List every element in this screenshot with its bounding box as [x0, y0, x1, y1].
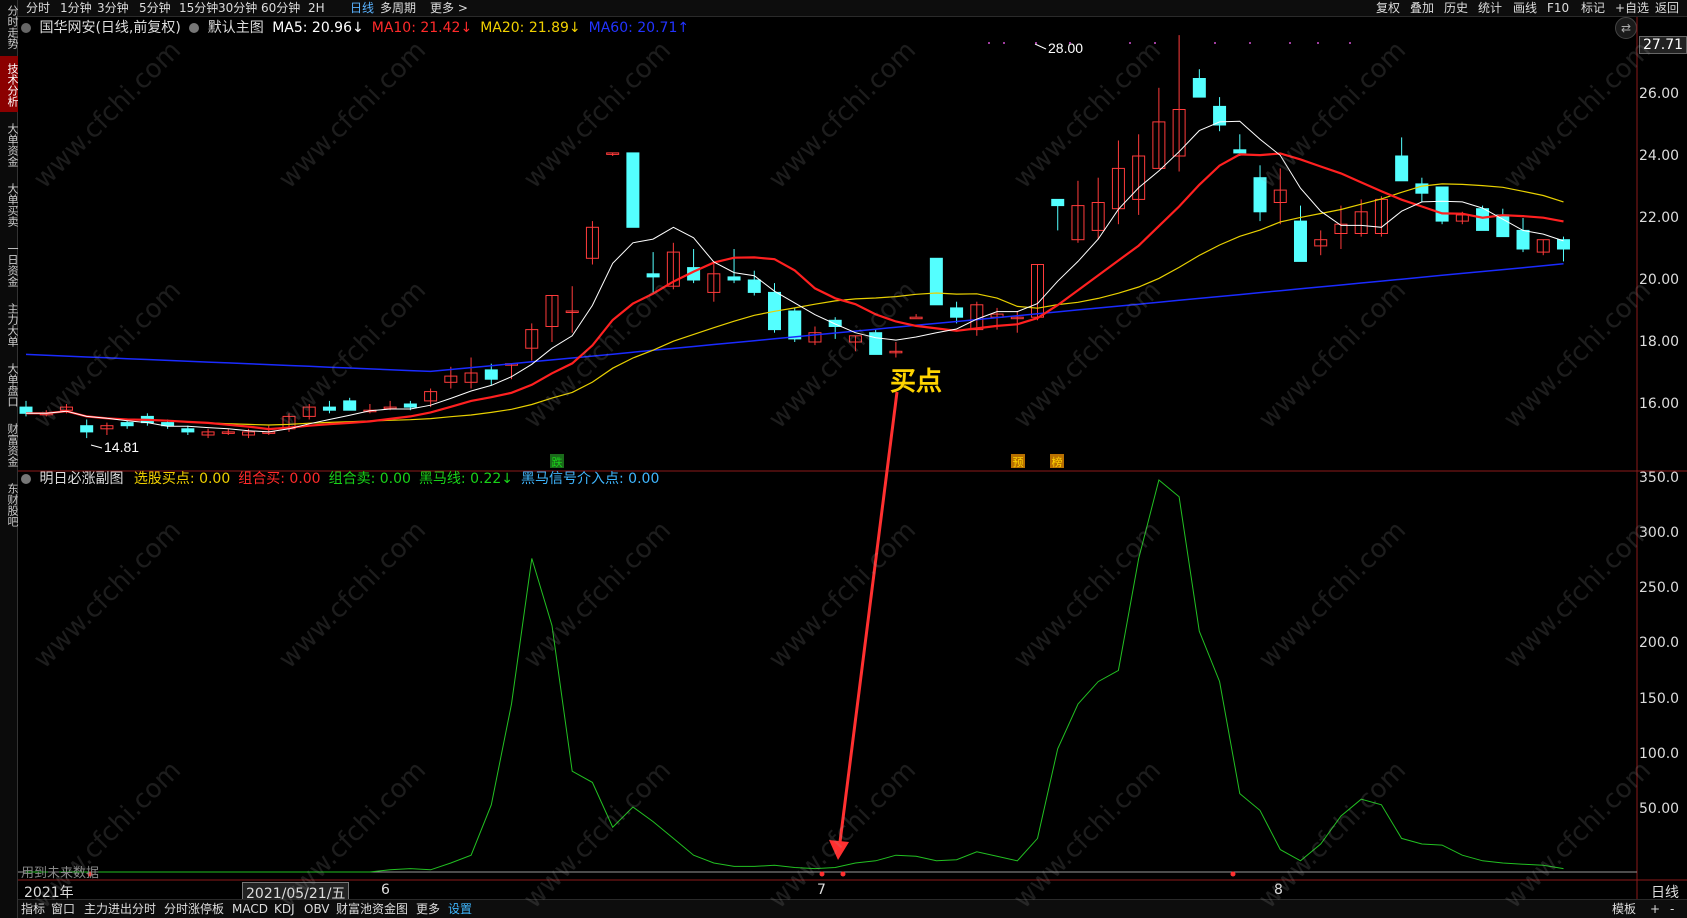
candle-down	[646, 273, 660, 278]
signal-dot	[1317, 42, 1319, 44]
candle-down	[788, 310, 802, 340]
sub-axis-tick: 350.0	[1639, 470, 1680, 486]
candle-down	[1496, 214, 1510, 238]
candle-down	[626, 152, 640, 228]
signal-dot	[1249, 42, 1251, 44]
signal-dot	[1003, 42, 1005, 44]
signal-marker	[1230, 871, 1236, 877]
signal-dot	[1129, 42, 1131, 44]
chart-canvas[interactable]: 28.00 14.81 跌 预 榜	[0, 0, 1687, 918]
candle-down	[1395, 155, 1409, 182]
date-month-6: 6	[381, 882, 390, 898]
future-data-hint: 用到未来数据	[21, 866, 100, 881]
sub-axis-tick: 150.0	[1639, 691, 1680, 707]
bottom-tab[interactable]: OBV	[304, 902, 330, 917]
date-month-8: 8	[1274, 882, 1283, 898]
bottom-toolbar: 指标 窗口 主力进出分时 分时涨停板 MACD KDJ OBV 财富池资金图 更多 设置 模板 + -	[18, 899, 1687, 918]
high-price-label: 28.00	[1048, 40, 1083, 56]
sub-axis-tick: 250.0	[1639, 580, 1680, 596]
bottom-tab[interactable]: 指标	[21, 902, 45, 917]
signal-dot	[1069, 42, 1071, 44]
sub-indicator-lines	[26, 479, 1564, 877]
candle-down	[343, 400, 357, 411]
candle-down	[1233, 149, 1247, 154]
candle-down	[1192, 78, 1206, 98]
bottom-right-button[interactable]: 模板	[1612, 902, 1636, 917]
event-tag: 跌	[552, 455, 563, 469]
sub-chart-title: 明日必涨副图	[39, 471, 124, 487]
sub-axis-tick: 300.0	[1639, 525, 1680, 541]
candle-down	[1476, 208, 1490, 231]
sub-indicator-label: 组合买: 0.00	[238, 471, 321, 487]
bottom-tab[interactable]: MACD	[232, 902, 268, 917]
bottom-tab[interactable]: 主力进出分时	[84, 902, 156, 917]
signal-dot	[988, 42, 990, 44]
candle-down	[1051, 198, 1065, 207]
buy-point-label: 买点	[890, 367, 943, 397]
bottom-tab[interactable]: 财富池资金图	[336, 902, 408, 917]
signal-dot	[1349, 42, 1351, 44]
candle-down	[80, 425, 94, 433]
high-marker	[1034, 43, 1047, 50]
candle-down	[727, 276, 741, 281]
ma5-line	[26, 120, 1564, 433]
candle-down	[181, 428, 195, 433]
ma10-line	[26, 152, 1564, 431]
bottom-tab[interactable]: 更多	[416, 902, 440, 917]
bottom-right-button[interactable]: -	[1670, 902, 1674, 917]
signal-dot	[1035, 42, 1037, 44]
candle-down	[403, 403, 417, 408]
signal-dot	[1289, 42, 1291, 44]
sub-indicator-label: 黑马信号介入点: 0.00	[521, 471, 660, 487]
bottom-right-button[interactable]: +	[1650, 902, 1660, 917]
sub-axis-tick: 100.0	[1639, 746, 1680, 762]
candle-down	[1253, 177, 1267, 213]
sub-indicator-label: 黑马线: 0.22↓	[418, 471, 514, 487]
candle-down	[322, 406, 336, 411]
event-tag: 榜	[1052, 455, 1063, 469]
candle-down	[484, 369, 498, 380]
signal-marker	[840, 871, 846, 877]
candle-down	[1516, 229, 1530, 250]
candlestick-series	[19, 35, 1570, 439]
candle-down	[1435, 186, 1449, 222]
candle-down	[1556, 239, 1570, 250]
candle-down	[120, 422, 134, 427]
event-tag: 预	[1013, 456, 1024, 469]
candle-down	[929, 257, 943, 306]
candle-down	[747, 279, 761, 293]
signal-marker	[819, 871, 825, 877]
buy-arrow-head	[829, 840, 849, 860]
sub-axis-tick: 50.00	[1639, 801, 1680, 817]
date-month-7: 7	[817, 882, 826, 898]
black-horse-line	[26, 479, 1564, 873]
bottom-tab[interactable]: 分时涨停板	[164, 902, 224, 917]
candle-down	[869, 332, 883, 355]
bottom-tab[interactable]: 设置	[448, 902, 472, 917]
candle-down	[950, 307, 964, 318]
sub-axis-tick: 200.0	[1639, 635, 1680, 651]
sub-indicator-label: 选股买点: 0.00	[133, 471, 231, 487]
low-price-label: 14.81	[104, 439, 139, 455]
sub-chart-header: 明日必涨副图 选股买点: 0.00 组合买: 0.00 组合卖: 0.00 黑马线: …	[21, 470, 667, 488]
signal-dot	[1214, 42, 1216, 44]
candle-down	[1293, 220, 1307, 262]
sub-indicator-label: 组合卖: 0.00	[328, 471, 411, 487]
bottom-tab[interactable]: KDJ	[274, 902, 295, 917]
candle-up	[909, 316, 923, 320]
low-marker	[90, 444, 103, 449]
ma-lines	[25, 120, 1564, 433]
gear-icon[interactable]	[21, 474, 31, 484]
bottom-tab[interactable]: 窗口	[51, 902, 75, 917]
buy-arrow	[837, 391, 899, 851]
signal-dot	[1154, 42, 1156, 44]
